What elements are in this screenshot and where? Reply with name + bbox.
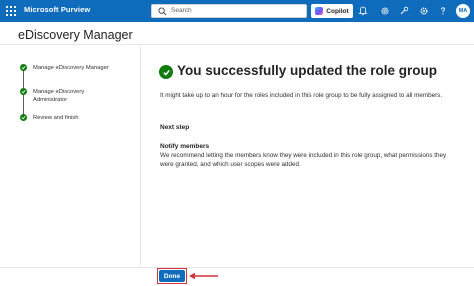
top-bar: Microsoft Purview Search Copilot MA (0, 0, 474, 22)
bell-icon[interactable] (358, 6, 368, 16)
help-icon[interactable] (438, 6, 448, 16)
app-launcher-icon[interactable] (6, 6, 16, 16)
wizard-step-label: Review and finish (33, 115, 79, 121)
search-placeholder: Search (171, 7, 192, 14)
footer-divider (0, 267, 474, 268)
wizard-step-label-line1: Manage eDiscovery (33, 89, 85, 95)
brand-name[interactable]: Microsoft Purview (24, 5, 90, 14)
intro-text: It might take up to an hour for the role… (160, 92, 443, 99)
sidebar-divider (140, 45, 141, 267)
gear-outline-icon[interactable] (380, 6, 390, 16)
arrow-left-icon (189, 272, 218, 280)
copilot-button[interactable]: Copilot (311, 4, 353, 18)
step-complete-icon (20, 64, 27, 71)
success-check-icon (159, 65, 173, 79)
avatar[interactable]: MA (456, 4, 470, 18)
page-title: eDiscovery Manager (18, 28, 133, 42)
step-complete-icon (20, 88, 27, 95)
wrench-icon[interactable] (399, 6, 409, 16)
copilot-icon (315, 7, 324, 15)
next-step-heading: Next step (160, 124, 190, 131)
settings-icon[interactable] (419, 6, 429, 16)
search-box[interactable]: Search (151, 4, 307, 18)
header-divider (0, 44, 474, 45)
notify-heading: Notify members (160, 143, 210, 150)
wizard-step-label-line2: Administrator (33, 97, 68, 103)
step-complete-icon (20, 114, 27, 121)
search-icon (158, 7, 167, 16)
notify-text: We recommend letting the members know th… (160, 152, 447, 168)
wizard-step-label: Manage eDiscovery Manager (33, 65, 109, 71)
success-title: You successfully updated the role group (177, 63, 438, 78)
done-button[interactable]: Done (159, 270, 185, 282)
wizard-step-label: Manage eDiscovery Administrator (33, 88, 84, 104)
copilot-label: Copilot (326, 7, 349, 15)
